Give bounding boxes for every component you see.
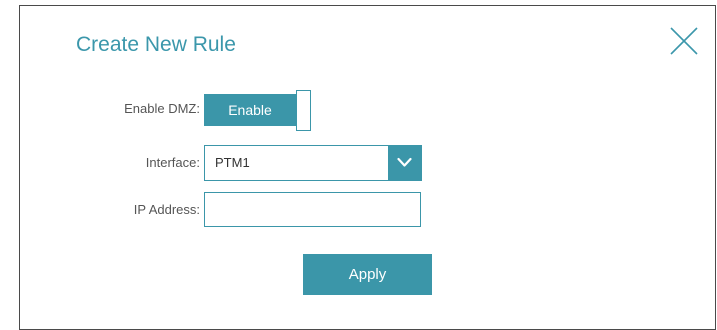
ip-address-input[interactable] [204, 192, 421, 227]
dialog-title: Create New Rule [76, 33, 236, 56]
enable-dmz-label: Enable DMZ: [124, 101, 200, 116]
interface-selected-value: PTM1 [215, 155, 250, 170]
ip-address-label: IP Address: [133, 202, 200, 217]
interface-label: Interface: [145, 155, 200, 170]
interface-select[interactable]: PTM1 [204, 145, 422, 181]
toggle-knob[interactable] [296, 90, 311, 131]
enable-dmz-toggle[interactable]: Enable [204, 90, 312, 131]
chevron-down-icon [397, 157, 412, 167]
close-button[interactable] [669, 26, 699, 56]
interface-dropdown-button[interactable] [388, 146, 421, 180]
create-rule-dialog: Create New Rule Enable DMZ: Enable Inter… [19, 5, 716, 330]
apply-button[interactable]: Apply [303, 254, 432, 295]
toggle-state-label: Enable [204, 94, 296, 126]
close-icon [670, 27, 698, 55]
